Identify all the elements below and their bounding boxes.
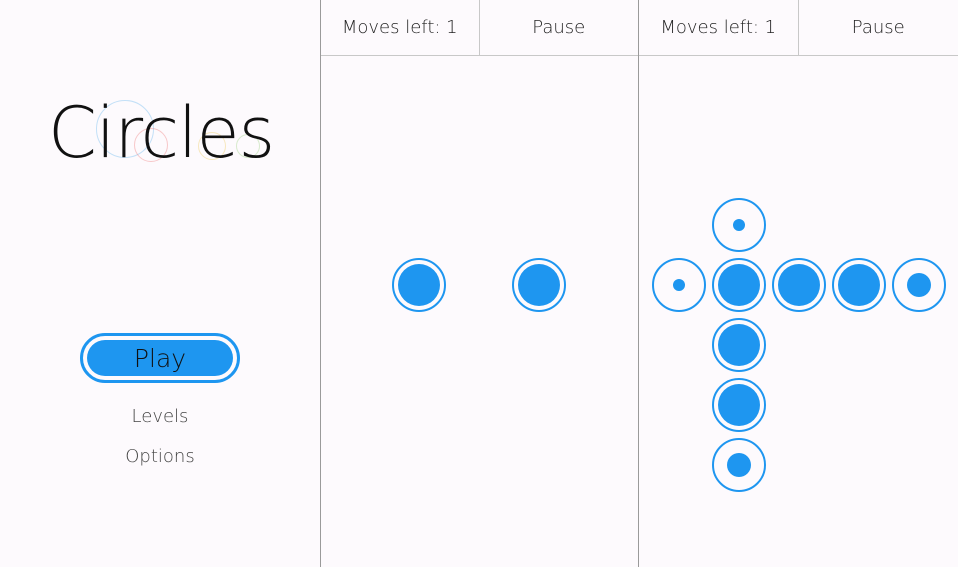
circle-fill-medium bbox=[727, 453, 751, 477]
moves-left-counter: Moves left: 1 bbox=[639, 0, 799, 55]
board-circle[interactable] bbox=[772, 258, 826, 312]
board-circle[interactable] bbox=[712, 318, 766, 372]
main-menu-panel: Circles Play Levels Options bbox=[0, 0, 320, 567]
moves-left-counter: Moves left: 1 bbox=[321, 0, 480, 55]
circle-fill-medium bbox=[907, 273, 931, 297]
game-hud: Moves left: 1 Pause bbox=[639, 0, 958, 56]
game-panel-2: Moves left: 1 Pause bbox=[638, 0, 958, 567]
board-circle[interactable] bbox=[512, 258, 566, 312]
board-circle[interactable] bbox=[652, 258, 706, 312]
circle-fill-large bbox=[718, 384, 760, 426]
board-circle[interactable] bbox=[712, 258, 766, 312]
circle-fill-small bbox=[733, 219, 745, 231]
circle-fill-large bbox=[718, 264, 760, 306]
game-board bbox=[321, 56, 638, 567]
circle-fill-large bbox=[838, 264, 880, 306]
pause-button[interactable]: Pause bbox=[799, 0, 958, 55]
options-link[interactable]: Options bbox=[0, 446, 320, 467]
board-circle[interactable] bbox=[892, 258, 946, 312]
play-button[interactable]: Play bbox=[80, 333, 240, 383]
board-circle[interactable] bbox=[712, 438, 766, 492]
game-logo: Circles bbox=[48, 88, 288, 178]
circle-fill-large bbox=[398, 264, 440, 306]
board-circle[interactable] bbox=[392, 258, 446, 312]
game-board bbox=[639, 56, 958, 567]
board-circle[interactable] bbox=[832, 258, 886, 312]
board-circle[interactable] bbox=[712, 198, 766, 252]
pause-button[interactable]: Pause bbox=[480, 0, 639, 55]
circle-fill-large bbox=[778, 264, 820, 306]
game-panel-1: Moves left: 1 Pause bbox=[320, 0, 638, 567]
circle-fill-large bbox=[518, 264, 560, 306]
circle-fill-large bbox=[718, 324, 760, 366]
game-title: Circles bbox=[48, 92, 275, 174]
game-hud: Moves left: 1 Pause bbox=[321, 0, 638, 56]
levels-link[interactable]: Levels bbox=[0, 406, 320, 427]
board-circle[interactable] bbox=[712, 378, 766, 432]
circle-fill-small bbox=[673, 279, 685, 291]
screen: Circles Play Levels Options Moves left: … bbox=[0, 0, 958, 567]
play-button-label: Play bbox=[87, 340, 233, 376]
